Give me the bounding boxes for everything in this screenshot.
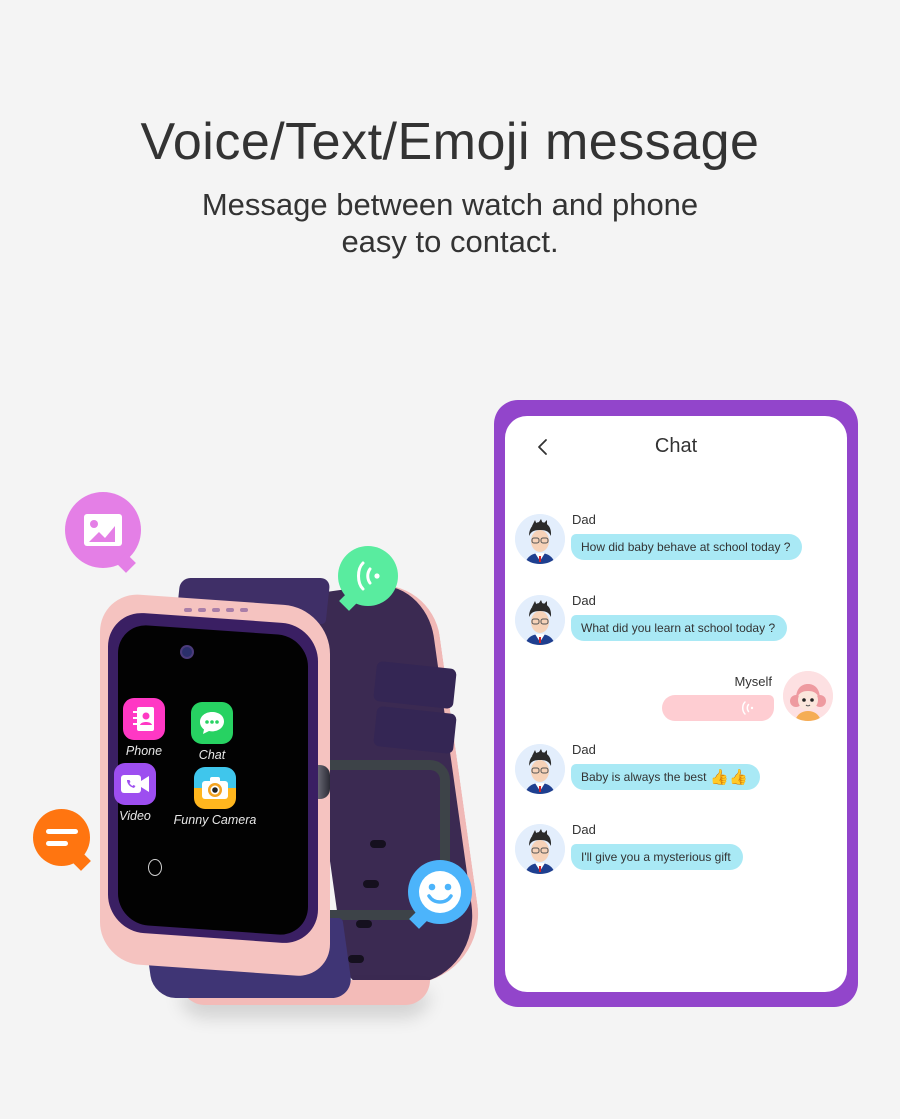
voice-message-bubble[interactable] xyxy=(662,695,774,721)
smartwatch-illustration: Phone Chat Video Funny Camera xyxy=(80,570,488,1020)
app-label: Chat xyxy=(198,748,226,762)
avatar-dad xyxy=(515,824,565,874)
app-label: Video xyxy=(119,809,151,823)
page-title: Voice/Text/Emoji message xyxy=(140,113,760,171)
watch-app-video[interactable]: Video xyxy=(104,763,166,823)
avatar-myself xyxy=(783,671,833,721)
message-bubble: What did you learn at school today ? xyxy=(571,615,788,641)
voice-message-icon xyxy=(338,546,398,606)
avatar-dad xyxy=(515,595,565,645)
app-label: Funny Camera xyxy=(173,813,257,827)
watch-app-phone[interactable]: Phone xyxy=(113,698,175,758)
chat-screen: Chat Dad How did baby behave at school t… xyxy=(505,416,847,992)
chat-message: Dad What did you learn at school today ? xyxy=(505,593,847,655)
video-call-icon xyxy=(114,763,156,805)
chat-message: Myself xyxy=(505,671,847,731)
message-text: Baby is always the best xyxy=(581,770,707,784)
camera-icon xyxy=(194,767,236,809)
strap-loop xyxy=(373,660,457,710)
phone-frame: Chat Dad How did baby behave at school t… xyxy=(494,400,858,1007)
strap-hole xyxy=(348,955,364,963)
watch-app-chat[interactable]: Chat xyxy=(181,702,243,762)
strap-loop xyxy=(373,705,457,755)
watch-app-funny-camera[interactable]: Funny Camera xyxy=(170,767,260,827)
avatar-dad xyxy=(515,514,565,564)
image-message-icon xyxy=(65,492,141,568)
sender-name: Myself xyxy=(734,674,772,689)
page-subtitle: Message between watch and phone easy to … xyxy=(0,186,900,260)
subtitle-line-2: easy to contact. xyxy=(341,224,559,259)
sender-name: Dad xyxy=(572,742,596,757)
message-bubble: Baby is always the best 👍👍 xyxy=(571,764,760,790)
chat-title: Chat xyxy=(654,435,698,457)
subtitle-line-1: Message between watch and phone xyxy=(201,187,699,222)
strap-hole xyxy=(363,880,379,888)
home-button-indicator xyxy=(148,859,162,876)
thumbs-up-emoji: 👍👍 xyxy=(710,768,748,786)
contacts-book-icon xyxy=(123,698,165,740)
chat-message: Dad I'll give you a mysterious gift xyxy=(505,822,847,884)
strap-hole xyxy=(356,920,372,928)
speaker-grille xyxy=(184,608,248,612)
app-label: Phone xyxy=(125,744,163,758)
chat-dots-icon xyxy=(191,702,233,744)
front-camera xyxy=(180,645,194,659)
emoji-message-icon xyxy=(408,860,472,924)
strap-hole xyxy=(370,840,386,848)
message-bubble: How did baby behave at school today ? xyxy=(571,534,803,560)
message-bubble: I'll give you a mysterious gift xyxy=(571,844,743,870)
sender-name: Dad xyxy=(572,512,596,527)
sender-name: Dad xyxy=(572,822,596,837)
voice-wave-icon xyxy=(742,701,754,715)
sender-name: Dad xyxy=(572,593,596,608)
text-message-icon xyxy=(33,809,90,866)
avatar-dad xyxy=(515,744,565,794)
chat-message: Dad Baby is always the best 👍👍 xyxy=(505,742,847,804)
chat-message: Dad How did baby behave at school today … xyxy=(505,512,847,574)
chat-header: Chat xyxy=(505,434,847,460)
